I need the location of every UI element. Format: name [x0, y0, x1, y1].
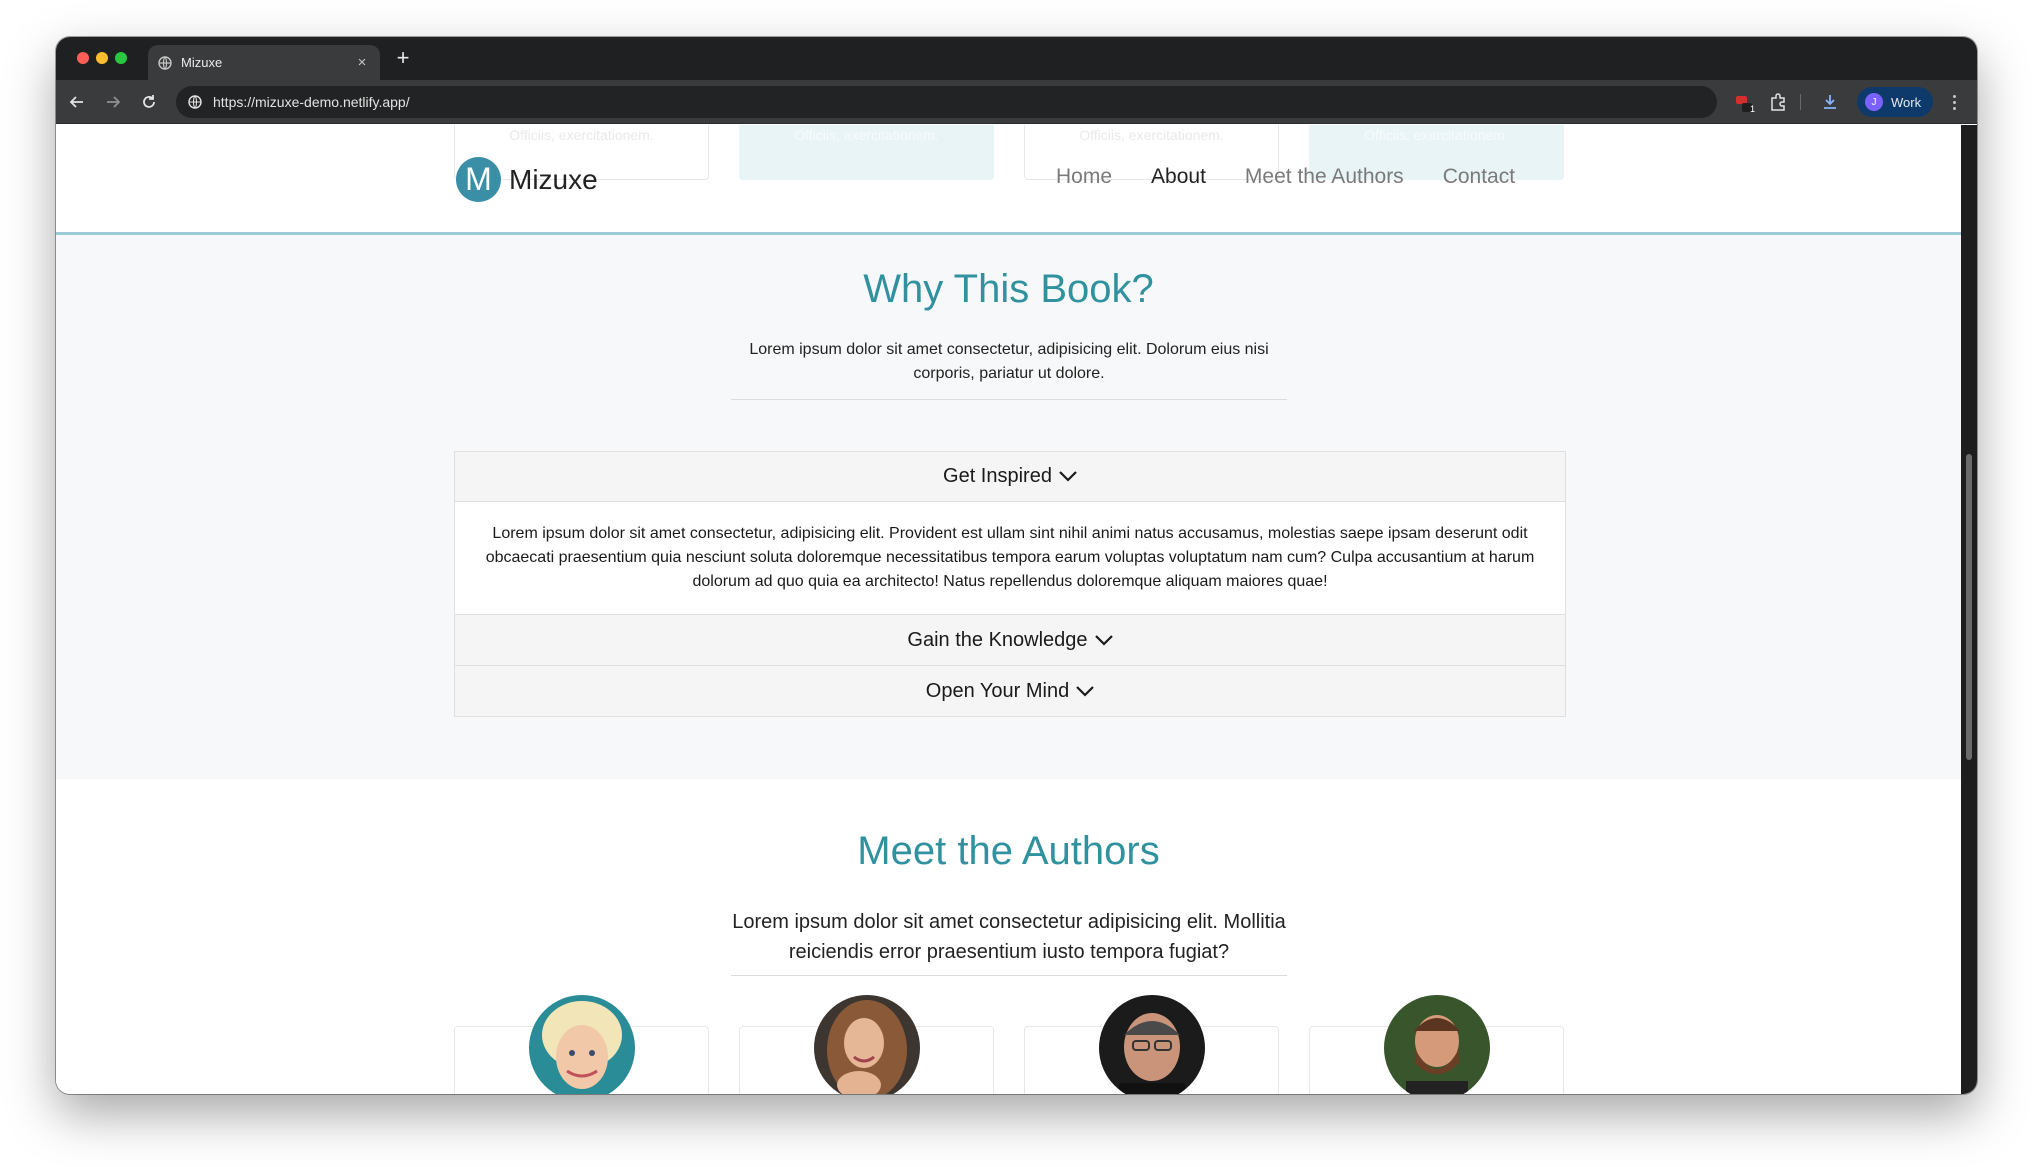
profile-button[interactable]: J Work — [1857, 87, 1933, 117]
author-photo-avatar — [1099, 995, 1205, 1094]
accordion-header-get-inspired[interactable]: Get Inspired — [454, 451, 1566, 502]
browser-window: Mizuxe × + https://mizuxe-demo.netlify.a… — [56, 37, 1977, 1094]
brand-link[interactable]: M Mizuxe — [456, 157, 598, 202]
tab-strip: Mizuxe × + — [56, 37, 1977, 80]
author-photo-avatar — [529, 995, 635, 1094]
authors-title: Meet the Authors — [857, 829, 1160, 873]
back-arrow-icon[interactable] — [66, 91, 88, 113]
accordion: Get Inspired Lorem ipsum dolor sit amet … — [454, 451, 1566, 717]
site-info-icon[interactable] — [184, 91, 206, 113]
brand-logo: M — [456, 157, 501, 202]
accordion-title: Gain the Knowledge — [907, 628, 1088, 651]
tab-title: Mizuxe — [181, 55, 223, 70]
extension-badge-count: 1 — [1749, 104, 1755, 114]
site-navbar: M Mizuxe Home About Meet the Authors Con… — [56, 125, 1961, 235]
profile-label: Work — [1891, 94, 1922, 110]
authors-section: Meet the Authors Lorem ipsum dolor sit a… — [56, 779, 1961, 1094]
section-divider — [731, 399, 1287, 400]
forward-arrow-icon[interactable] — [102, 91, 124, 113]
download-icon[interactable] — [1819, 91, 1841, 113]
new-tab-button[interactable]: + — [392, 47, 414, 69]
browser-menu-icon[interactable] — [1948, 91, 1960, 113]
window-controls — [77, 52, 127, 64]
authors-lead: Lorem ipsum dolor sit amet consectetur a… — [732, 911, 1286, 963]
page-viewport: Officiis, exercitationem. Officiis, exer… — [56, 125, 1961, 1094]
toolbar-divider — [1800, 94, 1801, 110]
chevron-down-icon — [1094, 634, 1113, 646]
minimize-window-button[interactable] — [96, 52, 108, 64]
accordion-header-gain-knowledge[interactable]: Gain the Knowledge — [454, 615, 1566, 666]
accordion-title: Get Inspired — [943, 465, 1052, 487]
accordion-body-get-inspired: Lorem ipsum dolor sit amet consectetur, … — [454, 502, 1566, 615]
profile-avatar: J — [1865, 93, 1883, 111]
accordion-header-open-mind[interactable]: Open Your Mind — [454, 666, 1566, 717]
zoom-window-button[interactable] — [115, 52, 127, 64]
page-scrollbar[interactable] — [1961, 125, 1977, 1094]
author-photo-avatar — [1384, 995, 1490, 1094]
reload-icon[interactable] — [138, 91, 160, 113]
section-divider — [731, 975, 1287, 976]
extension-badge-icon[interactable]: 1 — [1732, 91, 1755, 114]
about-lead: Lorem ipsum dolor sit amet consectetur, … — [749, 341, 1269, 382]
nav-links: Home About Meet the Authors Contact — [1056, 165, 1554, 189]
url-text: https://mizuxe-demo.netlify.app/ — [213, 94, 410, 110]
address-bar[interactable]: https://mizuxe-demo.netlify.app/ — [176, 86, 1717, 118]
about-title: Why This Book? — [863, 267, 1154, 311]
browser-tab[interactable]: Mizuxe × — [148, 45, 380, 80]
about-section: Why This Book? Lorem ipsum dolor sit ame… — [56, 235, 1961, 779]
scrollbar-thumb[interactable] — [1966, 454, 1972, 760]
browser-toolbar: https://mizuxe-demo.netlify.app/ 1 J Wor… — [56, 80, 1977, 124]
chevron-down-icon — [1076, 685, 1094, 697]
close-window-button[interactable] — [77, 52, 89, 64]
close-tab-icon[interactable]: × — [354, 54, 370, 71]
nav-link-home[interactable]: Home — [1056, 165, 1112, 189]
chevron-down-icon — [1059, 471, 1077, 483]
brand-name: Mizuxe — [509, 163, 598, 195]
accordion-title: Open Your Mind — [925, 679, 1070, 702]
nav-link-about[interactable]: About — [1151, 165, 1206, 189]
nav-link-authors[interactable]: Meet the Authors — [1245, 165, 1404, 189]
nav-link-contact[interactable]: Contact — [1443, 165, 1515, 189]
globe-icon — [158, 55, 172, 70]
author-photo-avatar — [814, 995, 920, 1094]
extensions-puzzle-icon[interactable] — [1767, 91, 1789, 113]
